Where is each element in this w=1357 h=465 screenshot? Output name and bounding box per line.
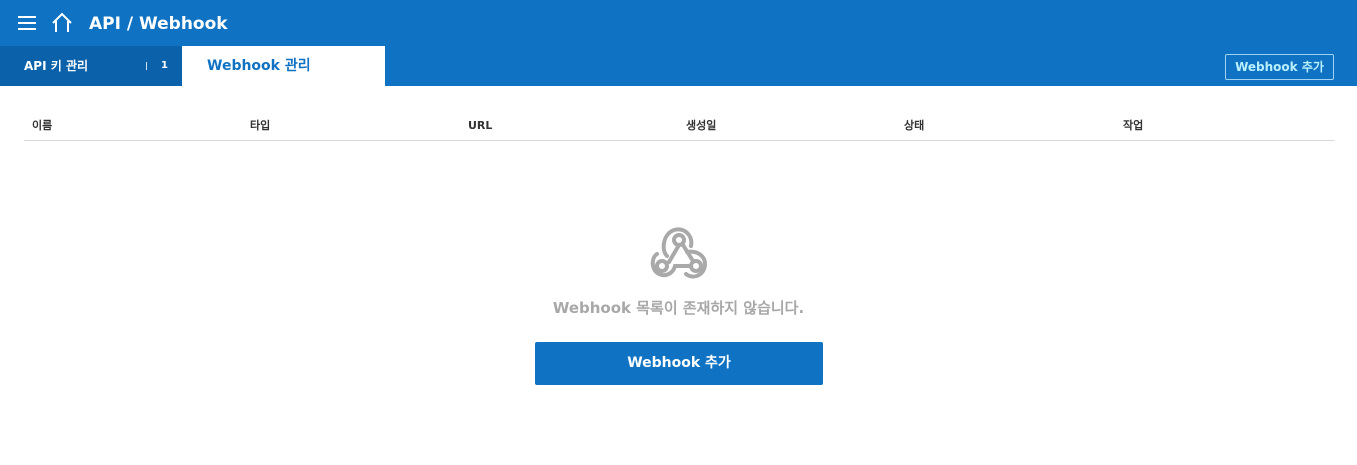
webhook-icon [650, 227, 708, 279]
tab-divider [146, 62, 147, 70]
column-header-name[interactable]: 이름 [32, 119, 52, 133]
tab-label: Webhook 관리 [207, 58, 311, 74]
empty-state-message: Webhook 목록이 존재하지 않습니다. [552, 299, 805, 317]
top-bar: API / Webhook API 키 관리 1 Webhook 관리 Webh… [0, 0, 1357, 86]
tab-api-key-management[interactable]: API 키 관리 1 [0, 46, 182, 86]
empty-state-add-webhook-button[interactable]: Webhook 추가 [535, 342, 823, 385]
tab-webhook-management[interactable]: Webhook 관리 [182, 46, 385, 86]
column-header-type[interactable]: 타입 [250, 119, 270, 133]
tab-label: API 키 관리 [24, 59, 89, 73]
add-webhook-button[interactable]: Webhook 추가 [1225, 54, 1334, 80]
page-title: API / Webhook [89, 14, 228, 34]
column-header-created[interactable]: 생성일 [686, 119, 716, 133]
column-header-url[interactable]: URL [468, 119, 492, 133]
column-header-actions[interactable]: 작업 [1123, 119, 1143, 133]
home-icon[interactable] [51, 12, 73, 34]
column-header-status[interactable]: 상태 [904, 119, 924, 133]
tab-count-badge: 1 [161, 60, 168, 71]
table-header: 이름 타입 URL 생성일 상태 작업 [24, 114, 1334, 141]
hamburger-menu-icon[interactable] [18, 14, 36, 32]
